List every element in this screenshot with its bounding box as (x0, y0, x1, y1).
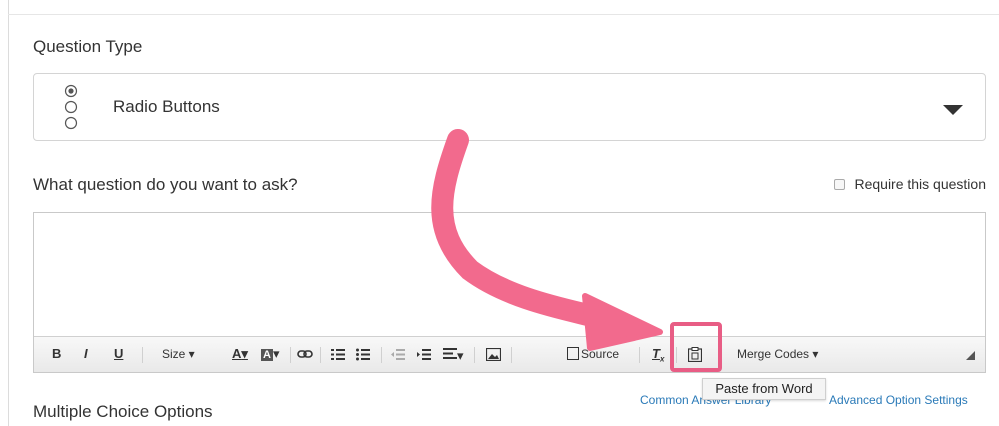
annotation-arrow (431, 129, 663, 351)
